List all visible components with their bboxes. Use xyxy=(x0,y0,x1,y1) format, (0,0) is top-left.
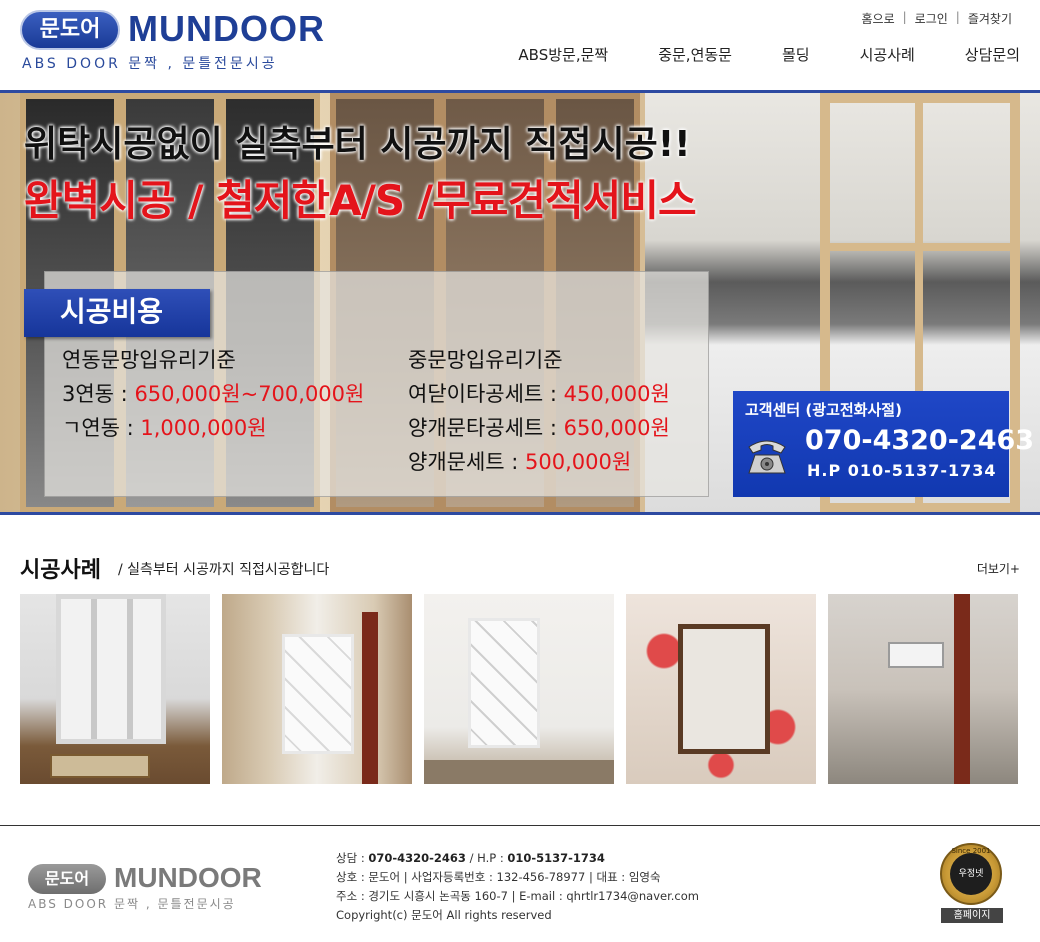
logo-tagline: ABS DOOR 문짝 , 문틀전문시공 xyxy=(22,56,278,72)
floor-mat xyxy=(50,754,150,778)
price-label: 양개문세트 : xyxy=(408,450,526,474)
price-label: ㄱ연동 : xyxy=(62,416,141,440)
price-column-left: 연동문망입유리기준 3연동 : 650,000원~700,000원 ㄱ연동 : … xyxy=(62,343,364,445)
price-tab-label: 시공비용 xyxy=(24,289,210,337)
nav-item-inquiry[interactable]: 상담문의 xyxy=(965,44,1020,66)
price-label: 양개문타공세트 : xyxy=(408,416,564,440)
door-shape xyxy=(282,634,354,754)
customer-center: 고객센터 (광고전화사절) 070-4320-2463 H.P 010-5137… xyxy=(733,391,1034,497)
gallery-thumbnail[interactable] xyxy=(222,594,412,784)
door-opening xyxy=(678,624,770,754)
consult-label: 상담 : xyxy=(336,851,369,865)
gallery-thumbnail[interactable] xyxy=(424,594,614,784)
price-row: ㄱ연동 : 1,000,000원 xyxy=(62,411,364,445)
consult-tel: 070-4320-2463 xyxy=(368,851,466,865)
footer-contact-line: 상담 : 070-4320-2463 / H.P : 010-5137-1734 xyxy=(336,849,699,868)
hp-value: 010-5137-1734 xyxy=(507,851,605,865)
header: 문도어 MUNDOOR ABS DOOR 문짝 , 문틀전문시공 홈으로 | 로… xyxy=(0,0,1040,91)
gallery-thumbnail[interactable] xyxy=(626,594,816,784)
util-link-login[interactable]: 로그인 xyxy=(907,10,956,27)
price-value: 650,000원 xyxy=(563,416,670,440)
logo[interactable]: 문도어 MUNDOOR ABS DOOR 문짝 , 문틀전문시공 xyxy=(20,8,324,74)
price-column-title: 중문망입유리기준 xyxy=(408,348,563,372)
footer-logo[interactable]: 문도어 MUNDOOR ABS DOOR 문짝 , 문틀전문시공 xyxy=(28,862,278,911)
price-row: 3연동 : 650,000원~700,000원 xyxy=(62,377,364,411)
nav-item-abs-door[interactable]: ABS방문,문짝 xyxy=(518,44,608,66)
footer-logo-badge: 문도어 xyxy=(28,864,106,894)
price-column-title: 연동문망입유리기준 xyxy=(62,348,236,372)
hp-label: / H.P : xyxy=(465,851,508,865)
door-frame-bar xyxy=(820,243,1020,251)
nav-item-cases[interactable]: 시공사례 xyxy=(860,44,915,66)
window xyxy=(888,642,944,668)
footer-company-line: 상호 : 문도어 | 사업자등록번호 : 132-456-78977 | 대표 … xyxy=(336,870,661,884)
price-row: 양개문세트 : 500,000원 xyxy=(408,445,670,479)
price-label: 여닫이타공세트 : xyxy=(408,382,564,406)
footer-address-line: 주소 : 경기도 시흥시 논곡동 160-7 | E-mail : qhrtlr… xyxy=(336,889,699,903)
hero-divider xyxy=(0,512,1040,515)
logo-badge: 문도어 xyxy=(20,10,120,50)
footer-logo-name: MUNDOOR xyxy=(114,862,262,893)
section-subtitle: / 실측부터 시공까지 직접시공합니다 xyxy=(118,562,330,578)
footer-info: 상담 : 070-4320-2463 / H.P : 010-5137-1734… xyxy=(336,849,699,925)
nav-item-molding[interactable]: 몰딩 xyxy=(782,44,810,66)
price-value: 650,000원~700,000원 xyxy=(134,382,365,406)
nav-item-middle-door[interactable]: 중문,연동문 xyxy=(658,44,732,66)
price-row: 양개문타공세트 : 650,000원 xyxy=(408,411,670,445)
price-label: 3연동 : xyxy=(62,382,135,406)
price-column-right: 중문망입유리기준 여닫이타공세트 : 450,000원 양개문타공세트 : 65… xyxy=(408,343,670,479)
customer-center-title: 고객센터 (광고전화사절) xyxy=(745,401,902,419)
util-link-bookmark[interactable]: 즐겨찾기 xyxy=(960,10,1020,27)
gallery-thumbnail[interactable] xyxy=(20,594,210,784)
certification-seal[interactable]: Since 2001 우정넷 xyxy=(940,843,1002,905)
door-shape xyxy=(468,618,540,748)
gallery-thumbnail[interactable] xyxy=(828,594,1018,784)
footer-copyright: Copyright(c) 문도어 All rights reserved xyxy=(336,908,552,922)
floor xyxy=(424,760,614,784)
utility-links: 홈으로 | 로그인 | 즐겨찾기 xyxy=(853,10,1020,27)
price-value: 1,000,000원 xyxy=(140,416,267,440)
footer-logo-tagline: ABS DOOR 문짝 , 문틀전문시공 xyxy=(28,897,236,911)
more-link[interactable]: 더보기+ xyxy=(977,560,1020,577)
logo-name: MUNDOOR xyxy=(128,8,325,49)
seal-center-text: 우정넷 xyxy=(950,853,992,895)
customer-center-tel[interactable]: 070-4320-2463 xyxy=(805,425,1034,456)
section-title: 시공사례 xyxy=(20,558,101,583)
homepage-button[interactable]: 홈페이지 xyxy=(941,908,1003,923)
door-shape xyxy=(56,594,166,744)
footer-divider xyxy=(0,825,1040,826)
price-row: 여닫이타공세트 : 450,000원 xyxy=(408,377,670,411)
main-nav: ABS방문,문짝 중문,연동문 몰딩 시공사례 상담문의 xyxy=(518,44,1020,66)
pillar xyxy=(362,612,378,784)
util-link-home[interactable]: 홈으로 xyxy=(853,10,902,27)
hero-banner: 위탁시공없이 실측부터 시공까지 직접시공!! 완벽시공 / 철저한A/S /무… xyxy=(0,93,1040,513)
customer-center-hp[interactable]: H.P 010-5137-1734 xyxy=(807,461,997,480)
price-value: 500,000원 xyxy=(525,450,632,474)
pillar xyxy=(954,594,970,784)
telephone-icon xyxy=(748,440,786,474)
hero-headline: 위탁시공없이 실측부터 시공까지 직접시공!! xyxy=(24,124,691,165)
hero-subheadline: 완벽시공 / 철저한A/S /무료견적서비스 xyxy=(24,176,697,225)
price-value: 450,000원 xyxy=(563,382,670,406)
